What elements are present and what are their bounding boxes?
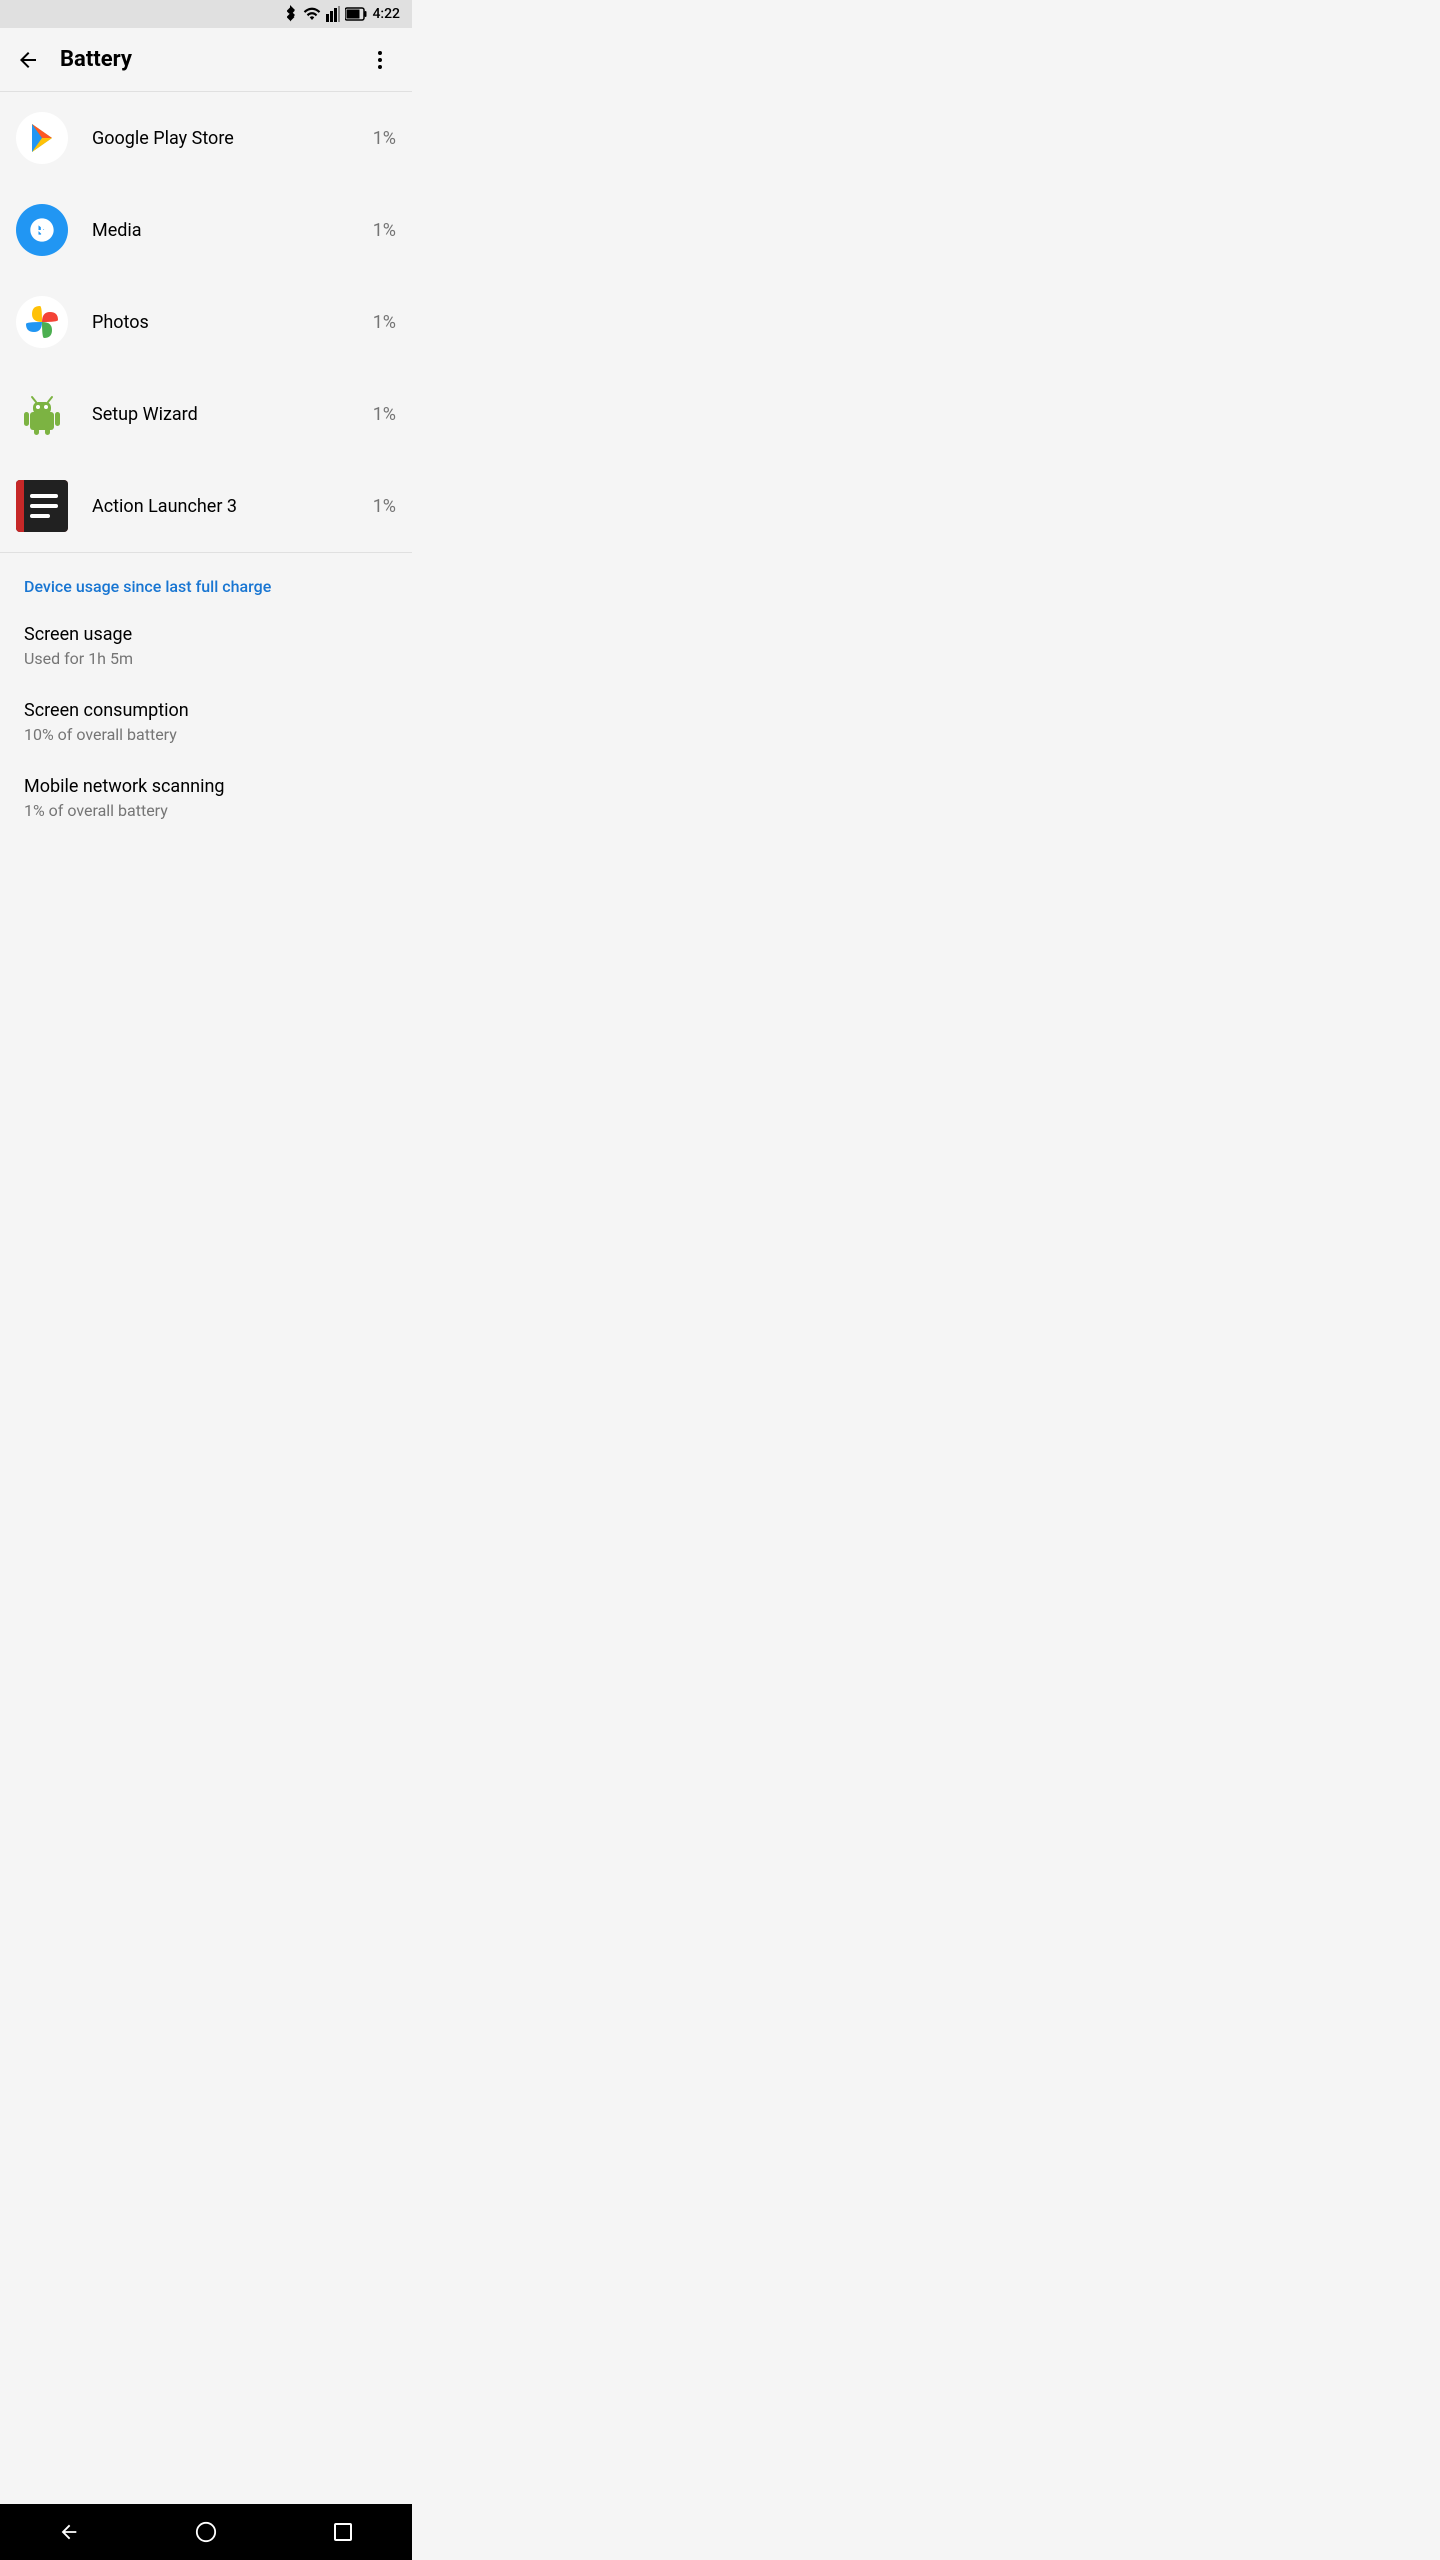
back-arrow-icon (16, 48, 40, 72)
status-bar: 4:22 (0, 0, 412, 28)
google-play-store-label: Google Play Store (92, 128, 373, 149)
mobile-scanning-subtitle: 1% of overall battery (24, 801, 388, 820)
status-time: 4:22 (372, 6, 400, 22)
action-launcher-icon (16, 480, 68, 532)
list-item[interactable]: Media 1% (0, 184, 412, 276)
navigation-bar (0, 2504, 412, 2560)
more-vert-icon (368, 48, 392, 72)
screen-consumption-subtitle: 10% of overall battery (24, 725, 388, 744)
screen-usage-subtitle: Used for 1h 5m (24, 649, 388, 668)
photos-percent: 1% (373, 312, 396, 333)
media-label: Media (92, 220, 373, 241)
mobile-scanning-item[interactable]: Mobile network scanning 1% of overall ba… (0, 760, 412, 836)
nav-recents-icon (333, 2522, 353, 2542)
app-list: Google Play Store 1% Media 1% (0, 92, 412, 2504)
more-options-button[interactable] (356, 36, 404, 84)
nav-home-button[interactable] (176, 2504, 236, 2560)
list-item[interactable]: Setup Wizard 1% (0, 368, 412, 460)
list-item[interactable]: Photos 1% (0, 276, 412, 368)
battery-icon (345, 7, 367, 21)
setup-wizard-label: Setup Wizard (92, 404, 373, 425)
bluetooth-icon (284, 5, 298, 23)
media-percent: 1% (373, 220, 396, 241)
screen-consumption-item[interactable]: Screen consumption 10% of overall batter… (0, 684, 412, 760)
list-item[interactable]: Google Play Store 1% (0, 92, 412, 184)
screen-consumption-title: Screen consumption (24, 700, 388, 721)
nav-back-icon (58, 2521, 80, 2543)
screen-usage-title: Screen usage (24, 624, 388, 645)
photos-label: Photos (92, 312, 373, 333)
back-button[interactable] (4, 36, 52, 84)
setup-wizard-percent: 1% (373, 404, 396, 425)
screen-usage-item[interactable]: Screen usage Used for 1h 5m (0, 608, 412, 684)
page-title: Battery (60, 47, 356, 72)
nav-home-icon (195, 2521, 217, 2543)
google-play-store-icon (16, 112, 68, 164)
mobile-scanning-title: Mobile network scanning (24, 776, 388, 797)
google-play-store-percent: 1% (373, 128, 396, 149)
media-icon (16, 204, 68, 256)
photos-icon (16, 296, 68, 348)
action-launcher-label: Action Launcher 3 (92, 496, 373, 517)
setup-wizard-icon (16, 388, 68, 440)
nav-recents-button[interactable] (313, 2504, 373, 2560)
app-bar: Battery (0, 28, 412, 92)
device-usage-section-header[interactable]: Device usage since last full charge (0, 553, 412, 608)
list-item[interactable]: Action Launcher 3 1% (0, 460, 412, 552)
action-launcher-percent: 1% (373, 496, 396, 517)
wifi-icon (303, 7, 321, 21)
signal-icon (326, 6, 340, 22)
nav-back-button[interactable] (39, 2504, 99, 2560)
status-icons: 4:22 (284, 5, 400, 23)
